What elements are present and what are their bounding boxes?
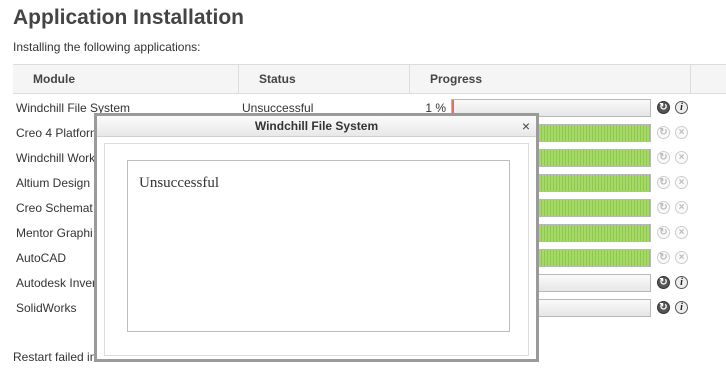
table-header: Module Status Progress	[13, 64, 726, 94]
column-header-module[interactable]: Module	[13, 65, 239, 93]
close-icon[interactable]: ×	[522, 116, 530, 136]
dialog-window: Windchill File System × Unsuccessful	[94, 113, 539, 362]
module-name: Altium Design	[16, 176, 91, 190]
cancel-icon: ×	[675, 226, 688, 239]
cancel-icon: ×	[675, 201, 688, 214]
dialog-message: Unsuccessful	[139, 175, 219, 191]
refresh-icon[interactable]: ↻	[657, 276, 670, 289]
info-icon[interactable]: i	[675, 301, 688, 314]
page-subtitle: Installing the following applications:	[13, 40, 201, 54]
module-name: Windchill Work	[16, 151, 96, 165]
dialog-titlebar[interactable]: Windchill File System ×	[97, 116, 536, 137]
dialog-body: Unsuccessful	[104, 143, 529, 356]
refresh-icon: ↻	[657, 251, 670, 264]
refresh-icon: ↻	[657, 226, 670, 239]
refresh-icon[interactable]: ↻	[657, 301, 670, 314]
dialog-title: Windchill File System	[254, 119, 379, 133]
module-name: Mentor Graphi	[16, 226, 93, 240]
module-name: SolidWorks	[16, 301, 77, 315]
refresh-icon: ↻	[657, 151, 670, 164]
refresh-icon: ↻	[657, 201, 670, 214]
cancel-icon: ×	[675, 251, 688, 264]
cancel-icon: ×	[675, 151, 688, 164]
module-name: Creo Schemat	[16, 201, 93, 215]
column-header-progress[interactable]: Progress	[410, 65, 691, 93]
module-name: AutoCAD	[16, 251, 67, 265]
module-name: Creo 4 Platform	[16, 126, 101, 140]
cancel-icon: ×	[675, 126, 688, 139]
cancel-icon: ×	[675, 176, 688, 189]
info-icon[interactable]: i	[675, 276, 688, 289]
page-title: Application Installation	[13, 6, 245, 29]
dialog-message-box: Unsuccessful	[127, 160, 510, 332]
refresh-icon: ↻	[657, 126, 670, 139]
module-name: Autodesk Inver	[16, 276, 97, 290]
refresh-icon[interactable]: ↻	[657, 101, 670, 114]
column-header-status[interactable]: Status	[239, 65, 410, 93]
refresh-icon: ↻	[657, 176, 670, 189]
footer-text: Restart failed in	[13, 350, 97, 364]
info-icon[interactable]: i	[675, 101, 688, 114]
